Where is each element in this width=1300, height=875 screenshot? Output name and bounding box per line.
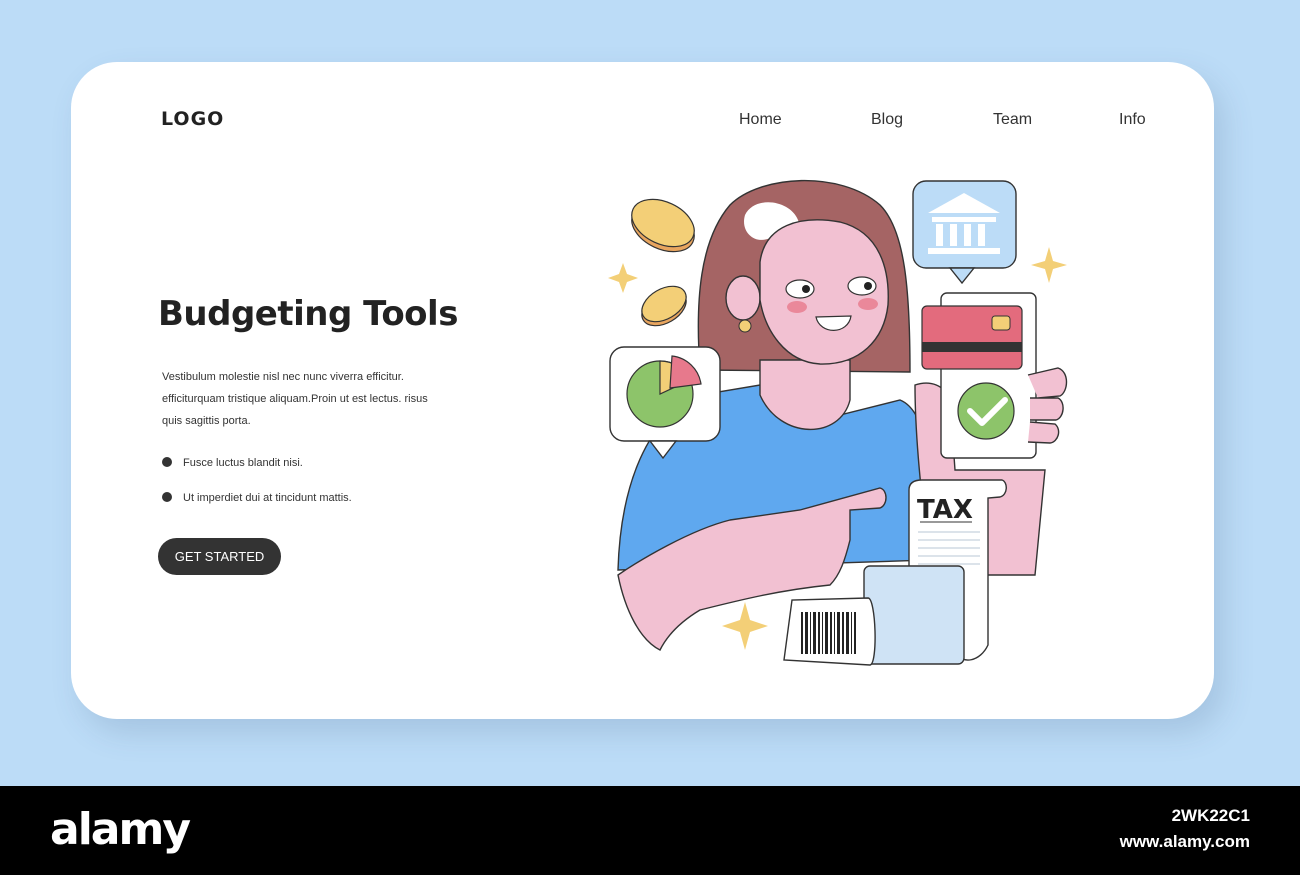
coin-icon [641,285,687,327]
nav-info[interactable]: Info [1119,111,1146,129]
nav-blog[interactable]: Blog [871,111,903,129]
coin-icon [631,198,695,253]
sparkle-icon [1031,247,1067,283]
budgeting-illustration: TAX [608,179,1068,666]
get-started-button[interactable]: GET STARTED [158,538,281,575]
logo[interactable]: LOGO [161,108,224,130]
bullet-text: Ut imperdiet dui at tincidunt mattis. [183,492,352,504]
image-id: 2WK22C1 [1171,806,1250,825]
ear [725,275,761,321]
bank-bubble [912,180,1017,285]
fingers [1027,367,1068,444]
bullet-dot [162,457,172,467]
bullet-dot [162,492,172,502]
alamy-logo: alamy [50,804,191,855]
right-pupil [864,282,872,290]
left-pupil [802,285,810,293]
watermark-bar: alamy 2WK22C1 www.alamy.com [0,786,1300,875]
bullet-text: Fusce luctus blandit nisi. [183,457,303,469]
bullet-item: Fusce luctus blandit nisi. [162,457,303,469]
page-title: Budgeting Tools [158,294,458,334]
nav-team[interactable]: Team [993,111,1032,129]
hero-description: Vestibulum molestie nisl nec nunc viverr… [162,371,428,427]
credit-card-icon [921,305,1023,370]
sparkle-icon [608,263,638,293]
chart-bubble [609,346,721,460]
cheek [858,298,878,310]
earring [738,319,752,333]
watermark-url: www.alamy.com [1119,832,1250,851]
checkmark-icon [957,382,1015,440]
bullet-item: Ut imperdiet dui at tincidunt mattis. [162,492,352,504]
nav-home[interactable]: Home [739,111,782,129]
cheek [787,301,807,313]
tax-label: TAX [917,495,973,525]
sparkle-icon [722,602,768,650]
